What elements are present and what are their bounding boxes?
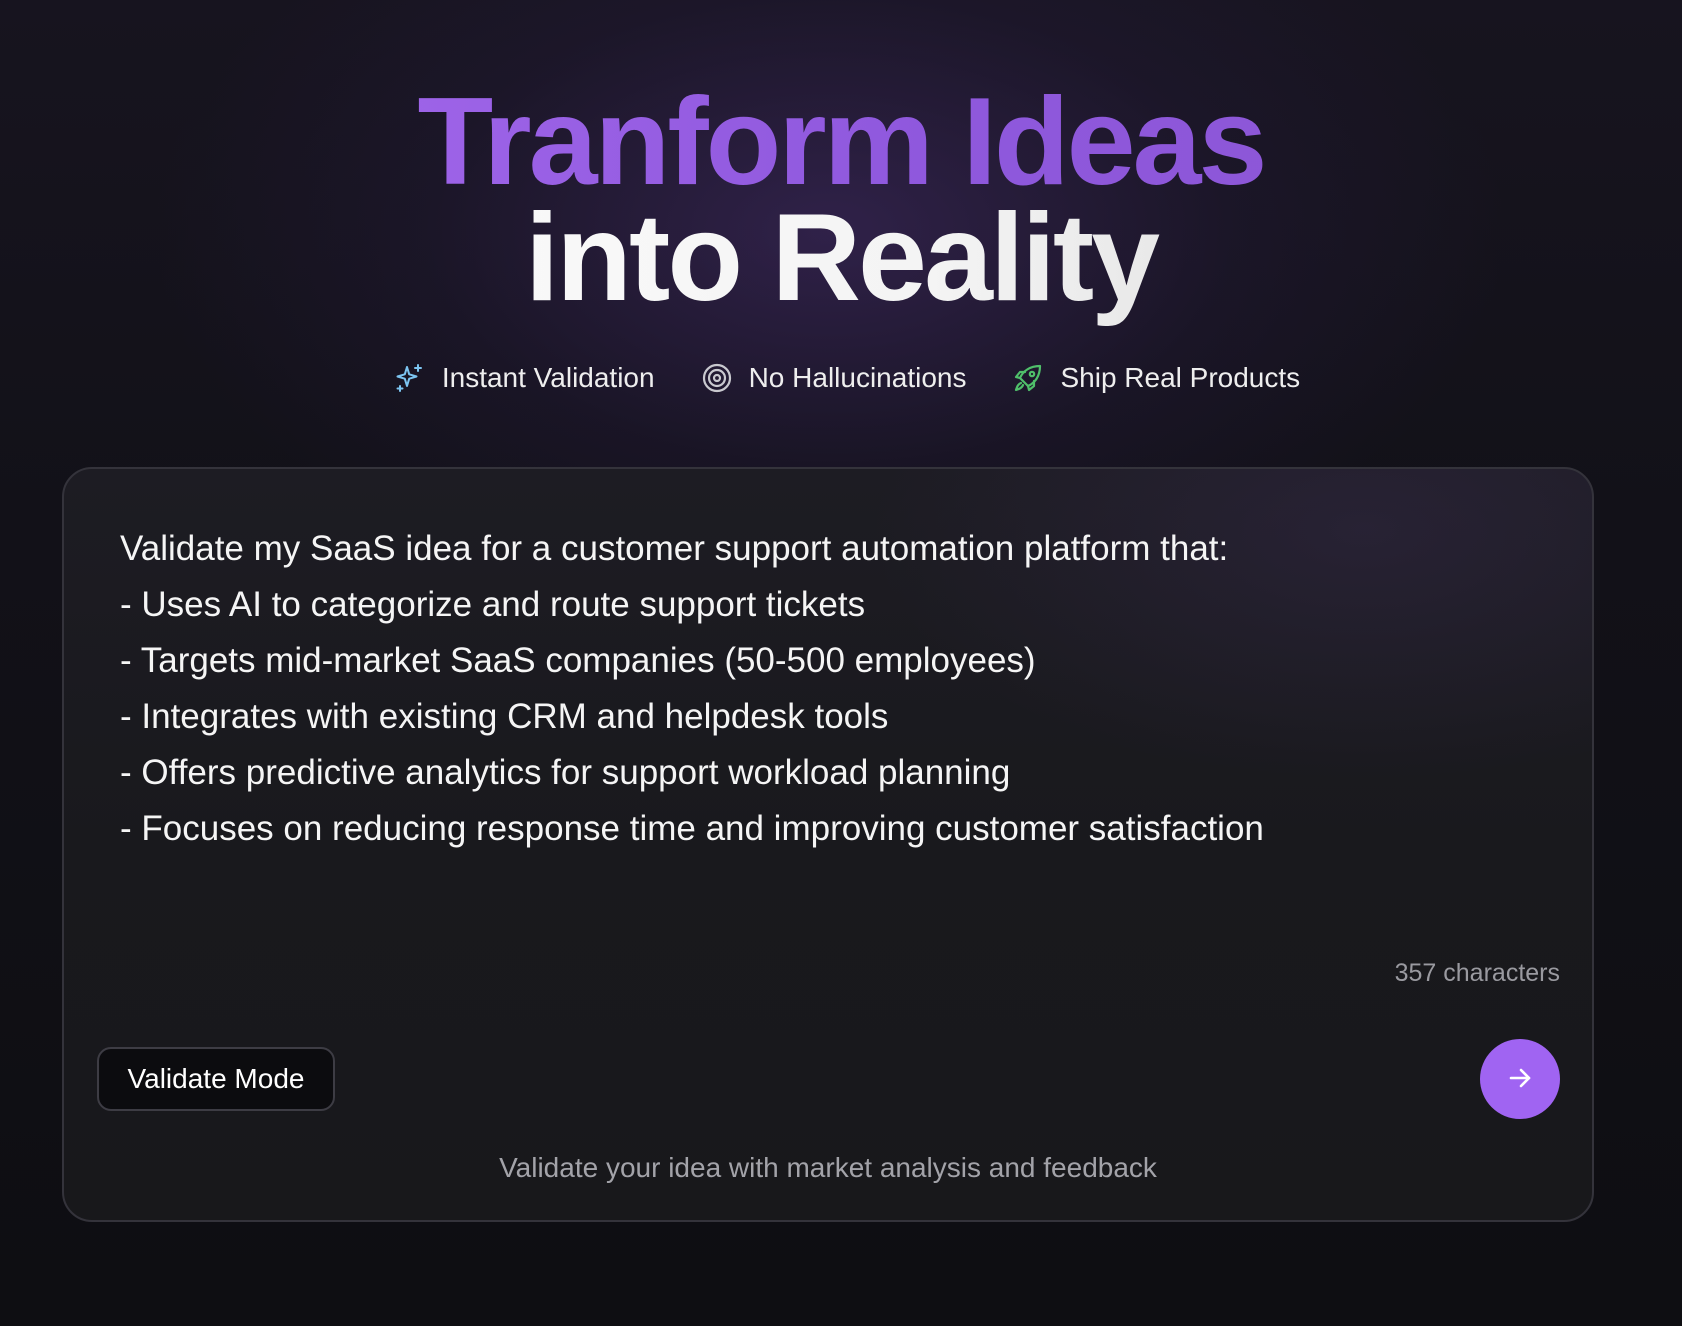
idea-input-card: Validate my SaaS idea for a customer sup…: [62, 467, 1594, 1222]
feature-label: Ship Real Products: [1060, 362, 1301, 393]
feature-ship-real-products: Ship Real Products: [1012, 362, 1300, 394]
mode-description: Validate your idea with market analysis …: [499, 1152, 1157, 1183]
target-icon: [701, 362, 733, 394]
character-count: 357 characters: [1394, 959, 1560, 987]
feature-label: No Hallucinations: [748, 362, 967, 393]
prompt-line: - Integrates with existing CRM and helpd…: [120, 697, 889, 736]
feature-list: Instant Validation No Hallucinations Shi…: [0, 362, 1682, 394]
feature-no-hallucinations: No Hallucinations: [701, 362, 967, 394]
validate-mode-button[interactable]: Validate Mode: [97, 1047, 335, 1111]
feature-label: Instant Validation: [441, 362, 655, 393]
prompt-line: Validate my SaaS idea for a customer sup…: [120, 529, 1229, 568]
submit-button[interactable]: [1480, 1039, 1560, 1119]
prompt-line: - Offers predictive analytics for suppor…: [120, 753, 1011, 792]
prompt-line: - Uses AI to categorize and route suppor…: [120, 585, 866, 624]
prompt-line: - Targets mid-market SaaS companies (50-…: [120, 641, 1036, 680]
feature-instant-validation: Instant Validation: [394, 362, 655, 394]
rocket-icon: [1012, 362, 1044, 394]
headline-line-2: into Reality: [0, 188, 1682, 328]
idea-textarea[interactable]: Validate my SaaS idea for a customer sup…: [120, 521, 1520, 857]
prompt-line: - Focuses on reducing response time and …: [120, 809, 1264, 848]
arrow-right-icon: [1505, 1063, 1535, 1096]
sparkles-icon: [394, 362, 426, 394]
